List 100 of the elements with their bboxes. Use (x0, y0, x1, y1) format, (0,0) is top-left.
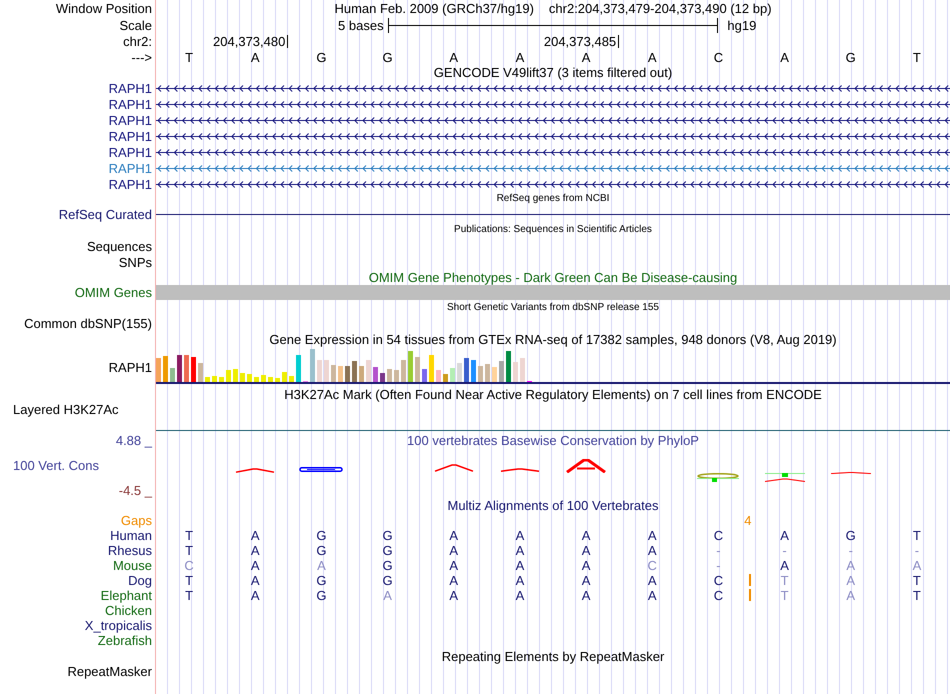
expression-bar (233, 369, 238, 382)
expression-bar (338, 366, 343, 382)
expression-bar (499, 361, 504, 382)
base-letter: A (648, 588, 657, 603)
axis-min-label: -4.5 _ (118, 482, 152, 498)
ruler-label: chr2: (123, 34, 152, 49)
track-label[interactable]: Sequences (86, 238, 152, 254)
base-letter: - (914, 543, 920, 558)
gene-label[interactable]: RAPH1 (108, 144, 152, 160)
track-label[interactable]: 100 Vert. Cons (13, 458, 99, 473)
species-label: Human (110, 528, 152, 543)
gene-label[interactable]: RAPH1 (108, 96, 152, 112)
track-title: Short Genetic Variants from dbSNP release 155 (447, 303, 659, 313)
base-letter: G (316, 50, 326, 65)
base-letter: G (382, 573, 393, 588)
expression-bar (359, 366, 364, 382)
expression-bar (226, 370, 231, 382)
expression-bar (184, 355, 189, 382)
expression-bar (478, 366, 483, 382)
gene-label[interactable]: RAPH1 (108, 80, 152, 96)
base-letter: G (382, 528, 393, 543)
expression-bar (275, 378, 280, 382)
expression-bar (415, 357, 420, 382)
base-letter: A (846, 558, 856, 573)
gene-label[interactable]: RAPH1 (108, 128, 152, 144)
scale-length-label: 5 bases (338, 18, 384, 32)
gene-feature-line[interactable] (156, 100, 950, 108)
base-letter: C (648, 558, 657, 573)
gaps-label: Gaps (120, 513, 152, 528)
gene-label[interactable]: RAPH1 (108, 160, 152, 176)
species-label: Zebrafish (98, 633, 152, 648)
base-letter: T (912, 573, 921, 588)
gene-label[interactable]: RAPH1 (108, 112, 152, 128)
track-label[interactable]: RAPH1 (108, 360, 152, 374)
gene-feature-line[interactable] (156, 132, 950, 140)
expression-bar (331, 365, 336, 382)
expression-bar (156, 358, 161, 382)
expression-bar (457, 363, 462, 382)
expression-bar (401, 360, 406, 382)
position-range: chr2:204,373,479-204,373,490 (12 bp) (548, 1, 772, 16)
base-letter: A (449, 543, 458, 558)
base-letter: A (317, 558, 326, 573)
base-letter: A (516, 588, 524, 603)
coordinate-label: 204,373,480 (213, 35, 288, 48)
gene-label[interactable]: RAPH1 (108, 176, 152, 192)
base-letter: C (184, 558, 194, 573)
base-letter: G (382, 558, 393, 573)
base-letter: A (780, 50, 789, 65)
expression-bar (261, 375, 266, 382)
expression-bar (240, 373, 245, 382)
track-label[interactable]: SNPs (118, 254, 152, 270)
expression-bar (254, 377, 259, 382)
base-letter: T (185, 528, 194, 543)
gene-feature-line[interactable] (156, 180, 950, 188)
base-letter: G (846, 528, 856, 543)
assembly-name: Human Feb. 2009 (GRCh37/hg19) (334, 1, 534, 16)
species-label: Elephant (100, 588, 152, 603)
track-label[interactable]: Common dbSNP(155) (24, 316, 152, 331)
base-letter: G (316, 543, 326, 558)
track-title: Multiz Alignments of 100 Vertebrates (447, 499, 658, 512)
track-label[interactable]: RefSeq Curated (58, 206, 152, 222)
track-label[interactable]: RepeatMasker (67, 664, 152, 678)
track-label[interactable]: OMIM Genes (74, 285, 152, 300)
ruler-label: ---> (131, 50, 152, 65)
peak-mark-icon (434, 464, 474, 472)
expression-bar (170, 368, 175, 382)
base-letter: A (250, 50, 260, 65)
expression-bar (436, 370, 441, 382)
base-letter: G (316, 573, 326, 588)
base-letter: - (848, 543, 853, 558)
gene-feature-line[interactable] (156, 84, 950, 92)
species-label: Dog (128, 573, 152, 588)
gene-feature-line[interactable] (156, 116, 950, 124)
oval-mark-icon (299, 467, 344, 472)
expression-bar (177, 355, 182, 382)
base-letter: A (912, 558, 922, 573)
expression-bar (317, 360, 322, 382)
expression-bar (163, 356, 168, 382)
species-label: Chicken (105, 603, 152, 618)
track-label[interactable]: Layered H3K27Ac (13, 402, 119, 417)
base-letter: A (582, 528, 590, 543)
coordinate-label: 204,373,485 (544, 35, 620, 48)
base-letter: A (516, 50, 524, 65)
expression-bar (513, 362, 518, 382)
track-title: GENCODE V49lift37 (3 items filtered out) (434, 66, 672, 79)
base-letter: A (648, 50, 657, 65)
base-letter: A (582, 50, 590, 65)
expression-bar (443, 374, 448, 382)
species-label: Rhesus (108, 543, 152, 558)
gene-feature-line[interactable] (156, 148, 950, 156)
track-title: RefSeq genes from NCBI (496, 194, 610, 204)
ruler-label: Scale (119, 18, 152, 32)
base-letter: A (780, 558, 789, 573)
expression-bar (450, 368, 455, 382)
base-letter: T (780, 588, 789, 603)
peak-mark-icon (566, 459, 606, 473)
expression-bar (380, 373, 385, 382)
base-letter: A (582, 573, 590, 588)
expression-bar (485, 364, 490, 382)
base-letter: A (582, 558, 590, 573)
